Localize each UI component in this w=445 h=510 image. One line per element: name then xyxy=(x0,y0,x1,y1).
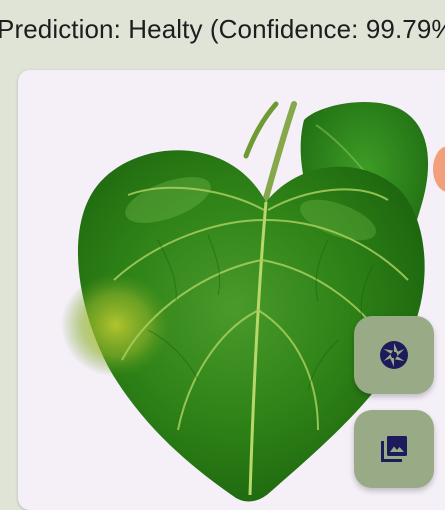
camera-shutter-icon xyxy=(380,341,408,369)
photo-library-icon xyxy=(381,436,407,462)
prediction-header: Prediction: Healty (Confidence: 99.79%) xyxy=(0,0,445,62)
camera-button[interactable] xyxy=(354,316,434,394)
prediction-label: Prediction: Healty (Confidence: 99.79%) xyxy=(0,14,445,44)
gallery-button[interactable] xyxy=(354,410,434,488)
